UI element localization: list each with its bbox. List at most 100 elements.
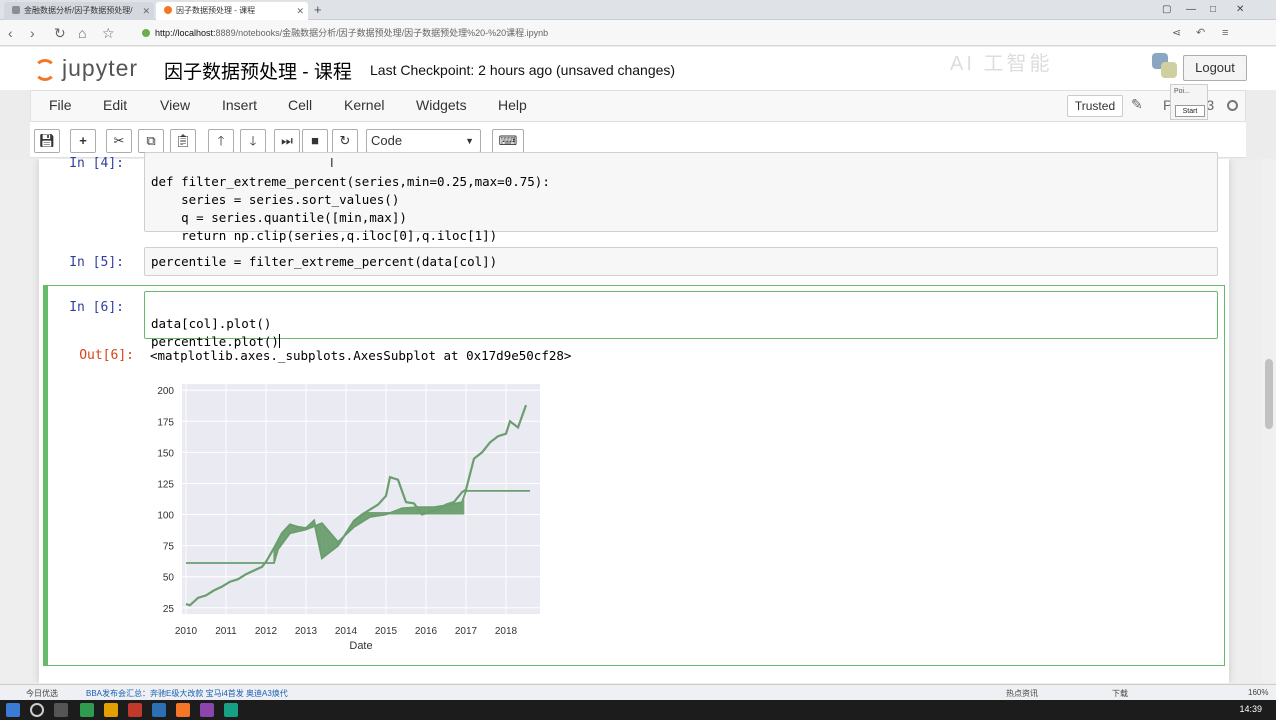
scissors-icon: ✂: [113, 133, 125, 148]
cell-6-input[interactable]: data[col].plot() percentile.plot(): [144, 291, 1218, 349]
menu-kernel[interactable]: Kernel: [344, 97, 384, 113]
y-tick-label: 50: [163, 573, 175, 584]
y-tick-label: 150: [157, 448, 174, 459]
insert-cell-button[interactable]: +: [70, 129, 96, 153]
cell-6-output-text: <matplotlib.axes._subplots.AxesSubplot a…: [150, 348, 572, 363]
browser-icon[interactable]: [152, 703, 166, 717]
x-tick-label: 2018: [495, 626, 518, 637]
code-line: data[col].plot(): [151, 316, 272, 331]
back-icon[interactable]: ‹: [8, 24, 13, 42]
scrollbar-thumb[interactable]: [1265, 359, 1273, 429]
status-zoom[interactable]: 160%: [1248, 688, 1268, 697]
browser-tab-1[interactable]: 金融数据分析/因子数据预处理/ ✕: [4, 2, 154, 20]
overlay-popup: Poi... Start: [1170, 84, 1208, 120]
move-up-button[interactable]: 🡑: [208, 129, 234, 153]
cell-type-select[interactable]: Code ▼: [366, 129, 481, 153]
notebook-title[interactable]: 因子数据预处理 - 课程: [164, 57, 352, 84]
app-icon[interactable]: [128, 703, 142, 717]
text-cursor: [278, 334, 280, 348]
url-field[interactable]: http://localhost:8889/notebooks/金融数据分析/因…: [142, 24, 942, 42]
cell-6-prompt: In [6]:: [69, 300, 124, 315]
minimize-icon[interactable]: —: [1186, 2, 1196, 18]
save-button[interactable]: 💾︎: [34, 129, 60, 153]
restart-button[interactable]: ↻: [332, 129, 358, 153]
cell-4-code: def filter_extreme_percent(series,min=0.…: [145, 153, 1217, 247]
logout-button[interactable]: Logout: [1183, 55, 1247, 81]
menubar: File Edit View Insert Cell Kernel Widget…: [30, 90, 1246, 122]
home-icon[interactable]: ⌂: [78, 24, 86, 42]
task-view-icon[interactable]: [54, 703, 68, 717]
start-button[interactable]: Start: [1175, 105, 1205, 117]
browser-statusbar: 今日优选 BBA发布会汇总：奔驰E级大改款 宝马i4首发 奥迪A3焕代 热点资讯…: [0, 684, 1276, 700]
app-icon[interactable]: [200, 703, 214, 717]
status-news-link[interactable]: BBA发布会汇总：奔驰E级大改款 宝马i4首发 奥迪A3焕代: [86, 688, 288, 699]
y-tick-label: 125: [157, 479, 174, 490]
url-path: 8889/notebooks/金融数据分析/因子数据预处理/因子数据预处理%20…: [215, 28, 549, 38]
menu-edit[interactable]: Edit: [103, 97, 127, 113]
jupyter-logo-text: jupyter: [62, 55, 139, 81]
reload-icon[interactable]: ↻: [54, 24, 66, 42]
paste-button[interactable]: 📋︎: [170, 129, 196, 153]
interrupt-button[interactable]: ■: [302, 129, 328, 153]
menu-widgets[interactable]: Widgets: [416, 97, 467, 113]
trusted-indicator[interactable]: Trusted: [1067, 95, 1123, 117]
menu-file[interactable]: File: [49, 97, 72, 113]
new-tab-icon[interactable]: +: [314, 1, 322, 19]
windows-start-icon[interactable]: [6, 703, 20, 717]
cell-5-code: percentile = filter_extreme_percent(data…: [151, 254, 498, 269]
menu-cell[interactable]: Cell: [288, 97, 312, 113]
watermark: AI 工智能: [950, 53, 1053, 75]
status-downloads[interactable]: 下载: [1112, 688, 1128, 699]
kernel-idle-icon: [1227, 100, 1238, 111]
cell-4-prompt: In [4]:: [69, 156, 124, 171]
forward-icon[interactable]: ›: [30, 24, 35, 42]
cut-button[interactable]: ✂: [106, 129, 132, 153]
close-tab-icon[interactable]: ✕: [142, 2, 150, 20]
jupyter-logo[interactable]: jupyter: [30, 53, 150, 83]
x-tick-label: 2012: [255, 626, 278, 637]
status-hot-news[interactable]: 热点资讯: [1006, 688, 1038, 699]
command-palette-button[interactable]: ⌨: [492, 129, 524, 153]
close-window-icon[interactable]: ✕: [1236, 2, 1244, 18]
step-forward-icon: ⏭︎: [281, 133, 293, 148]
address-bar: ‹ › ↻ ⌂ ☆ http://localhost:8889/notebook…: [0, 20, 1276, 46]
stop-icon: ■: [311, 133, 319, 148]
app-icon[interactable]: [80, 703, 94, 717]
menu-view[interactable]: View: [160, 97, 190, 113]
jupyter-logo-icon: [34, 59, 56, 81]
close-tab-icon[interactable]: ✕: [296, 2, 304, 20]
tab-1-label: 金融数据分析/因子数据预处理/: [24, 6, 133, 15]
cell-5-prompt: In [5]:: [69, 255, 124, 270]
page-icon: [12, 6, 20, 14]
browser-tab-2[interactable]: 因子数据预处理 - 课程 ✕: [156, 2, 308, 20]
x-tick-label: 2011: [215, 626, 237, 637]
x-tick-label: 2013: [295, 626, 318, 637]
vertical-scrollbar[interactable]: [1262, 159, 1276, 683]
code-line: q = series.quantile([min,max]): [151, 210, 407, 225]
y-tick-label: 100: [157, 511, 174, 522]
run-button[interactable]: ⏭︎: [274, 129, 300, 153]
move-down-button[interactable]: 🡓: [240, 129, 266, 153]
y-tick-label: 200: [157, 386, 174, 397]
jupyter-header: AI 工智能 jupyter 因子数据预处理 - 课程 Last Checkpo…: [0, 47, 1276, 90]
bookmark-star-icon[interactable]: ☆: [102, 24, 115, 42]
menu-icon[interactable]: ≡: [1222, 24, 1228, 42]
code-line: series = series.sort_values(): [151, 192, 400, 207]
copy-button[interactable]: ⧉: [138, 129, 164, 153]
file-explorer-icon[interactable]: [104, 703, 118, 717]
share-icon[interactable]: ⋖: [1172, 24, 1181, 42]
status-text-today[interactable]: 今日优选: [26, 688, 58, 699]
cell-4-input[interactable]: def filter_extreme_percent(series,min=0.…: [144, 152, 1218, 243]
tab-2-label: 因子数据预处理 - 课程: [176, 6, 256, 15]
taskbar-clock: 14:39: [1239, 704, 1262, 714]
restart-icon: ↻: [339, 133, 351, 148]
jupyter-app-icon[interactable]: [176, 703, 190, 717]
cell-5-input[interactable]: percentile = filter_extreme_percent(data…: [144, 247, 1218, 276]
search-icon[interactable]: [30, 703, 44, 717]
app-icon[interactable]: [224, 703, 238, 717]
menu-insert[interactable]: Insert: [222, 97, 257, 113]
undo-icon[interactable]: ↶: [1196, 24, 1205, 42]
menu-help[interactable]: Help: [498, 97, 527, 113]
window-restore-icon[interactable]: ▢: [1162, 2, 1171, 18]
maximize-icon[interactable]: □: [1210, 2, 1216, 18]
